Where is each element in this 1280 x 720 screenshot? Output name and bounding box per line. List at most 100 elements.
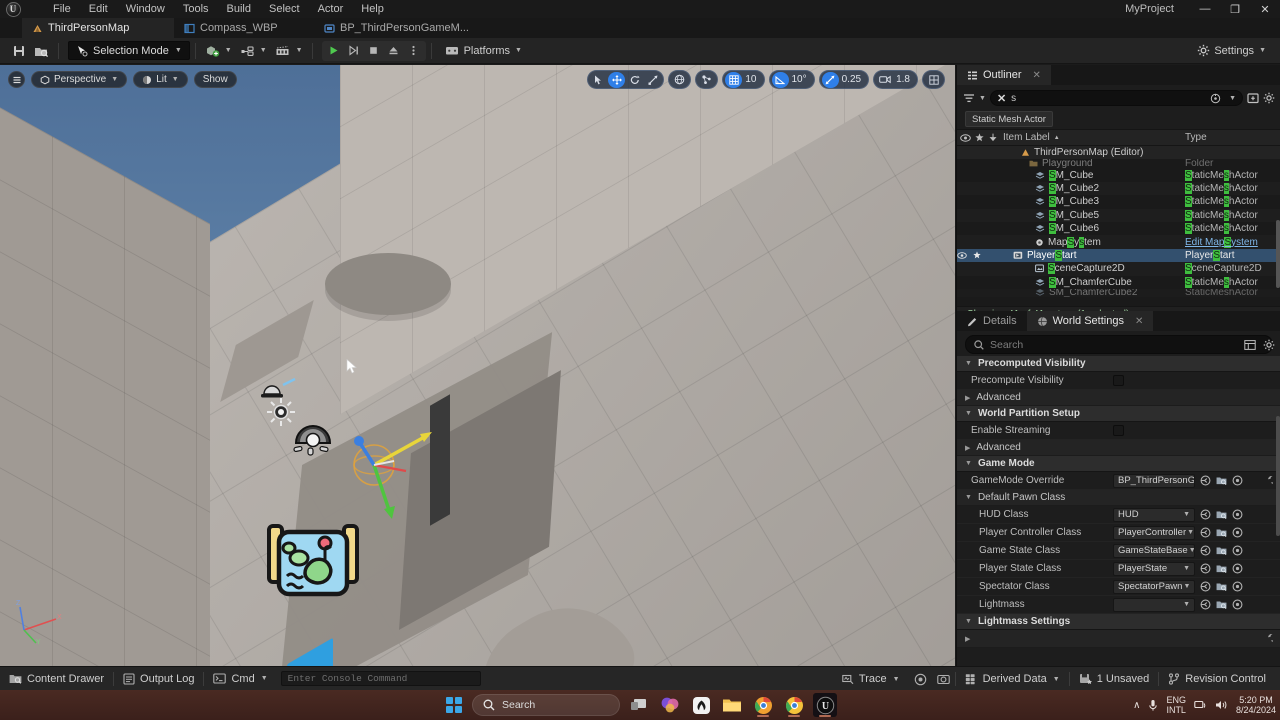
details-property-list[interactable]: ▼ Precomputed Visibility Precompute Visi… xyxy=(957,356,1280,666)
scale-tool-icon[interactable] xyxy=(644,72,661,88)
property-spectator-class[interactable]: Lightmass ▼ xyxy=(957,596,1280,614)
menu-item-file[interactable]: File xyxy=(44,1,80,17)
viewport-viewmode-dropdown[interactable]: Lit ▼ xyxy=(133,71,188,88)
browse-content-icon[interactable] xyxy=(1216,545,1227,556)
category-world-partition-setup[interactable]: ▼ World Partition Setup xyxy=(957,406,1280,422)
menu-item-window[interactable]: Window xyxy=(117,1,174,17)
table-row[interactable]: SM_Cube5 StaticMeshActor xyxy=(957,208,1280,222)
clear-icon[interactable]: ✕ xyxy=(997,92,1006,105)
use-selected-asset-icon[interactable] xyxy=(1232,509,1243,520)
play-button[interactable] xyxy=(324,41,344,61)
browse-to-asset-icon[interactable] xyxy=(1200,509,1211,520)
rotate-tool-icon[interactable] xyxy=(626,72,643,88)
camera-icon[interactable] xyxy=(876,72,893,88)
menu-item-select[interactable]: Select xyxy=(260,1,309,17)
star-icon[interactable] xyxy=(973,133,986,142)
filter-chip-static-mesh-actor[interactable]: Static Mesh Actor xyxy=(965,111,1053,127)
chrome-canary-icon[interactable] xyxy=(751,693,775,717)
outliner-search-input[interactable]: ✕ s ▼ xyxy=(989,90,1243,106)
translate-tool-icon[interactable] xyxy=(608,71,626,88)
game-state-class-combo[interactable]: PlayerState ▼ xyxy=(1113,561,1195,576)
surface-snap-icon[interactable] xyxy=(698,72,715,88)
column-item-label[interactable]: Item Label xyxy=(1003,132,1050,143)
category-lightmass[interactable]: ▼ Lightmass Settings xyxy=(957,614,1280,630)
console-command-input[interactable]: Enter Console Command xyxy=(280,671,481,686)
browse-content-icon[interactable] xyxy=(1216,475,1227,486)
taskbar-search[interactable]: Search xyxy=(472,694,620,716)
grid-snap-value[interactable]: 10 xyxy=(743,74,761,85)
table-row[interactable]: SM_ChamferCube2 StaticMeshActor xyxy=(957,288,1280,297)
subcategory-selected-gamemode[interactable]: ▼ Default Pawn Class xyxy=(957,490,1280,506)
angle-snap-icon[interactable] xyxy=(771,71,789,88)
tab-outliner[interactable]: Outliner ✕ xyxy=(957,65,1051,85)
grid-snap-icon[interactable] xyxy=(725,71,743,88)
eject-button[interactable] xyxy=(384,41,404,61)
player-controller-class-combo[interactable]: GameStateBase ▼ xyxy=(1113,543,1195,558)
chrome-icon[interactable] xyxy=(782,693,806,717)
xbox-icon[interactable] xyxy=(689,693,713,717)
performance-button[interactable] xyxy=(909,667,932,691)
task-view-icon[interactable] xyxy=(627,693,651,717)
copilot-icon[interactable] xyxy=(658,693,682,717)
translate-gizmo[interactable] xyxy=(350,425,436,519)
property-default-pawn-class[interactable]: HUD Class HUD ▼ xyxy=(957,506,1280,524)
more-options-button[interactable] xyxy=(404,41,424,61)
cmd-dropdown[interactable]: Cmd ▼ xyxy=(204,667,276,691)
browse-to-asset-icon[interactable] xyxy=(1200,545,1211,556)
tray-expand-icon[interactable]: ∧ xyxy=(1133,700,1140,711)
subcategory-advanced-2[interactable]: ▶ Advanced xyxy=(957,440,1280,456)
network-icon[interactable] xyxy=(1194,699,1207,711)
default-pawn-class-combo[interactable]: HUD ▼ xyxy=(1113,507,1195,522)
reset-to-default-icon[interactable] xyxy=(1262,634,1273,644)
search-settings-icon[interactable] xyxy=(1210,93,1221,104)
property-enable-streaming[interactable]: Enable Streaming xyxy=(957,422,1280,440)
table-row[interactable]: SM_Cube3 StaticMeshActor xyxy=(957,195,1280,208)
minimize-button[interactable]: — xyxy=(1190,0,1220,18)
skip-button[interactable] xyxy=(344,41,364,61)
viewport-show-dropdown[interactable]: Show xyxy=(193,71,237,88)
use-selected-asset-icon[interactable] xyxy=(1232,475,1243,486)
viewport-menu-button[interactable] xyxy=(8,71,25,88)
menu-item-edit[interactable]: Edit xyxy=(80,1,117,17)
outliner-scrollbar[interactable] xyxy=(1276,220,1280,288)
reset-to-default-icon[interactable] xyxy=(1262,475,1273,486)
tab-thirdpersonmap[interactable]: ThirdPersonMap xyxy=(22,18,174,38)
subcategory-lightmass-settings[interactable]: ▶ xyxy=(957,630,1280,648)
category-game-mode[interactable]: ▼ Game Mode xyxy=(957,456,1280,472)
chevron-down-icon[interactable]: ▼ xyxy=(1229,95,1236,102)
table-row[interactable]: SceneCapture2D SceneCapture2D xyxy=(957,262,1280,276)
close-icon[interactable]: ✕ xyxy=(1135,316,1143,327)
camera-speed-value[interactable]: 1.8 xyxy=(894,74,915,85)
use-selected-asset-icon[interactable] xyxy=(1232,581,1243,592)
use-selected-asset-icon[interactable] xyxy=(1232,545,1243,556)
outliner-save-search-icon[interactable] xyxy=(1247,92,1259,104)
table-row[interactable]: SM_ChamferCube StaticMeshActor xyxy=(957,276,1280,289)
screenshot-button[interactable] xyxy=(932,667,955,691)
viewport-perspective-dropdown[interactable]: Perspective ▼ xyxy=(31,71,128,88)
scale-snap-value[interactable]: 0.25 xyxy=(840,74,866,85)
browse-to-asset-icon[interactable] xyxy=(1200,527,1211,538)
details-settings-icon[interactable] xyxy=(1263,339,1275,351)
scale-snap-icon[interactable] xyxy=(821,71,839,88)
select-tool-icon[interactable] xyxy=(590,72,607,88)
browse-content-icon[interactable] xyxy=(1216,509,1227,520)
table-row[interactable]: SM_Cube StaticMeshActor xyxy=(957,168,1280,181)
property-player-controller-class[interactable]: Game State Class GameStateBase ▼ xyxy=(957,542,1280,560)
property-player-state-class[interactable]: Spectator Class SpectatorPawn ▼ xyxy=(957,578,1280,596)
use-selected-asset-icon[interactable] xyxy=(1232,527,1243,538)
property-hud-class[interactable]: Player Controller Class PlayerController… xyxy=(957,524,1280,542)
save-button[interactable] xyxy=(8,41,30,61)
revision-control-button[interactable]: Revision Control xyxy=(1159,667,1280,691)
selection-mode-dropdown[interactable]: Selection Mode ▼ xyxy=(68,41,190,60)
add-actor-button[interactable]: ▼ xyxy=(201,41,236,61)
pin-icon[interactable] xyxy=(986,133,999,143)
unreal-engine-icon[interactable]: U xyxy=(813,693,837,717)
world-axis-icon[interactable] xyxy=(671,72,688,88)
volume-icon[interactable] xyxy=(1215,699,1228,711)
menu-item-tools[interactable]: Tools xyxy=(174,1,218,17)
platforms-button[interactable]: Platforms ▼ xyxy=(437,41,530,61)
outliner-settings-icon[interactable] xyxy=(1263,92,1275,104)
angle-snap-value[interactable]: 10° xyxy=(790,74,812,85)
outliner-rows[interactable]: ThirdPersonMap (Editor) Playground Folde… xyxy=(957,146,1280,306)
menu-item-build[interactable]: Build xyxy=(218,1,260,17)
